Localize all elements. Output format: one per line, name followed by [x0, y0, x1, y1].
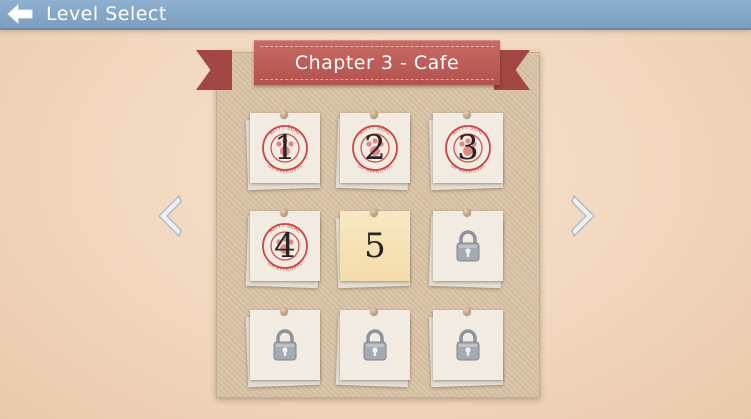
lock-icon	[363, 329, 387, 361]
level-number: 2	[364, 128, 386, 168]
lock-icon	[273, 329, 297, 361]
level-tile-4[interactable]: KITTY SEAL OF APPROVAL 4	[245, 208, 321, 289]
page-title: Level Select	[46, 3, 167, 25]
lock-icon	[456, 230, 480, 262]
lock-icon	[456, 329, 480, 361]
level-number: 3	[457, 128, 479, 168]
ribbon-tail-left	[196, 50, 232, 90]
level-tile-3[interactable]: KITTY SEAL OF APPROVAL 3	[428, 110, 504, 191]
back-arrow-icon[interactable]	[6, 3, 34, 25]
level-tile-7[interactable]	[245, 307, 321, 388]
next-chapter-arrow-icon[interactable]	[570, 192, 600, 240]
top-bar: Level Select	[0, 0, 751, 30]
level-tile-2[interactable]: KITTY SEAL OF APPROVAL 2	[335, 110, 411, 191]
pin-icon	[280, 307, 288, 315]
previous-chapter-arrow-icon[interactable]	[153, 192, 183, 240]
level-number: 4	[274, 226, 296, 266]
chapter-banner: Chapter 3 - Cafe	[254, 40, 500, 85]
level-tile-9[interactable]	[428, 307, 504, 388]
level-tile-5[interactable]: 5	[335, 208, 411, 289]
chapter-title: Chapter 3 - Cafe	[294, 52, 460, 74]
pin-icon	[463, 208, 471, 216]
level-tile-8[interactable]	[335, 307, 411, 388]
level-number: 1	[274, 128, 296, 168]
pin-icon	[370, 307, 378, 315]
level-tile-1[interactable]: KITTY SEAL OF APPROVAL 1	[245, 110, 321, 191]
level-number: 5	[364, 226, 386, 266]
level-tile-6[interactable]	[428, 208, 504, 289]
pin-icon	[463, 307, 471, 315]
